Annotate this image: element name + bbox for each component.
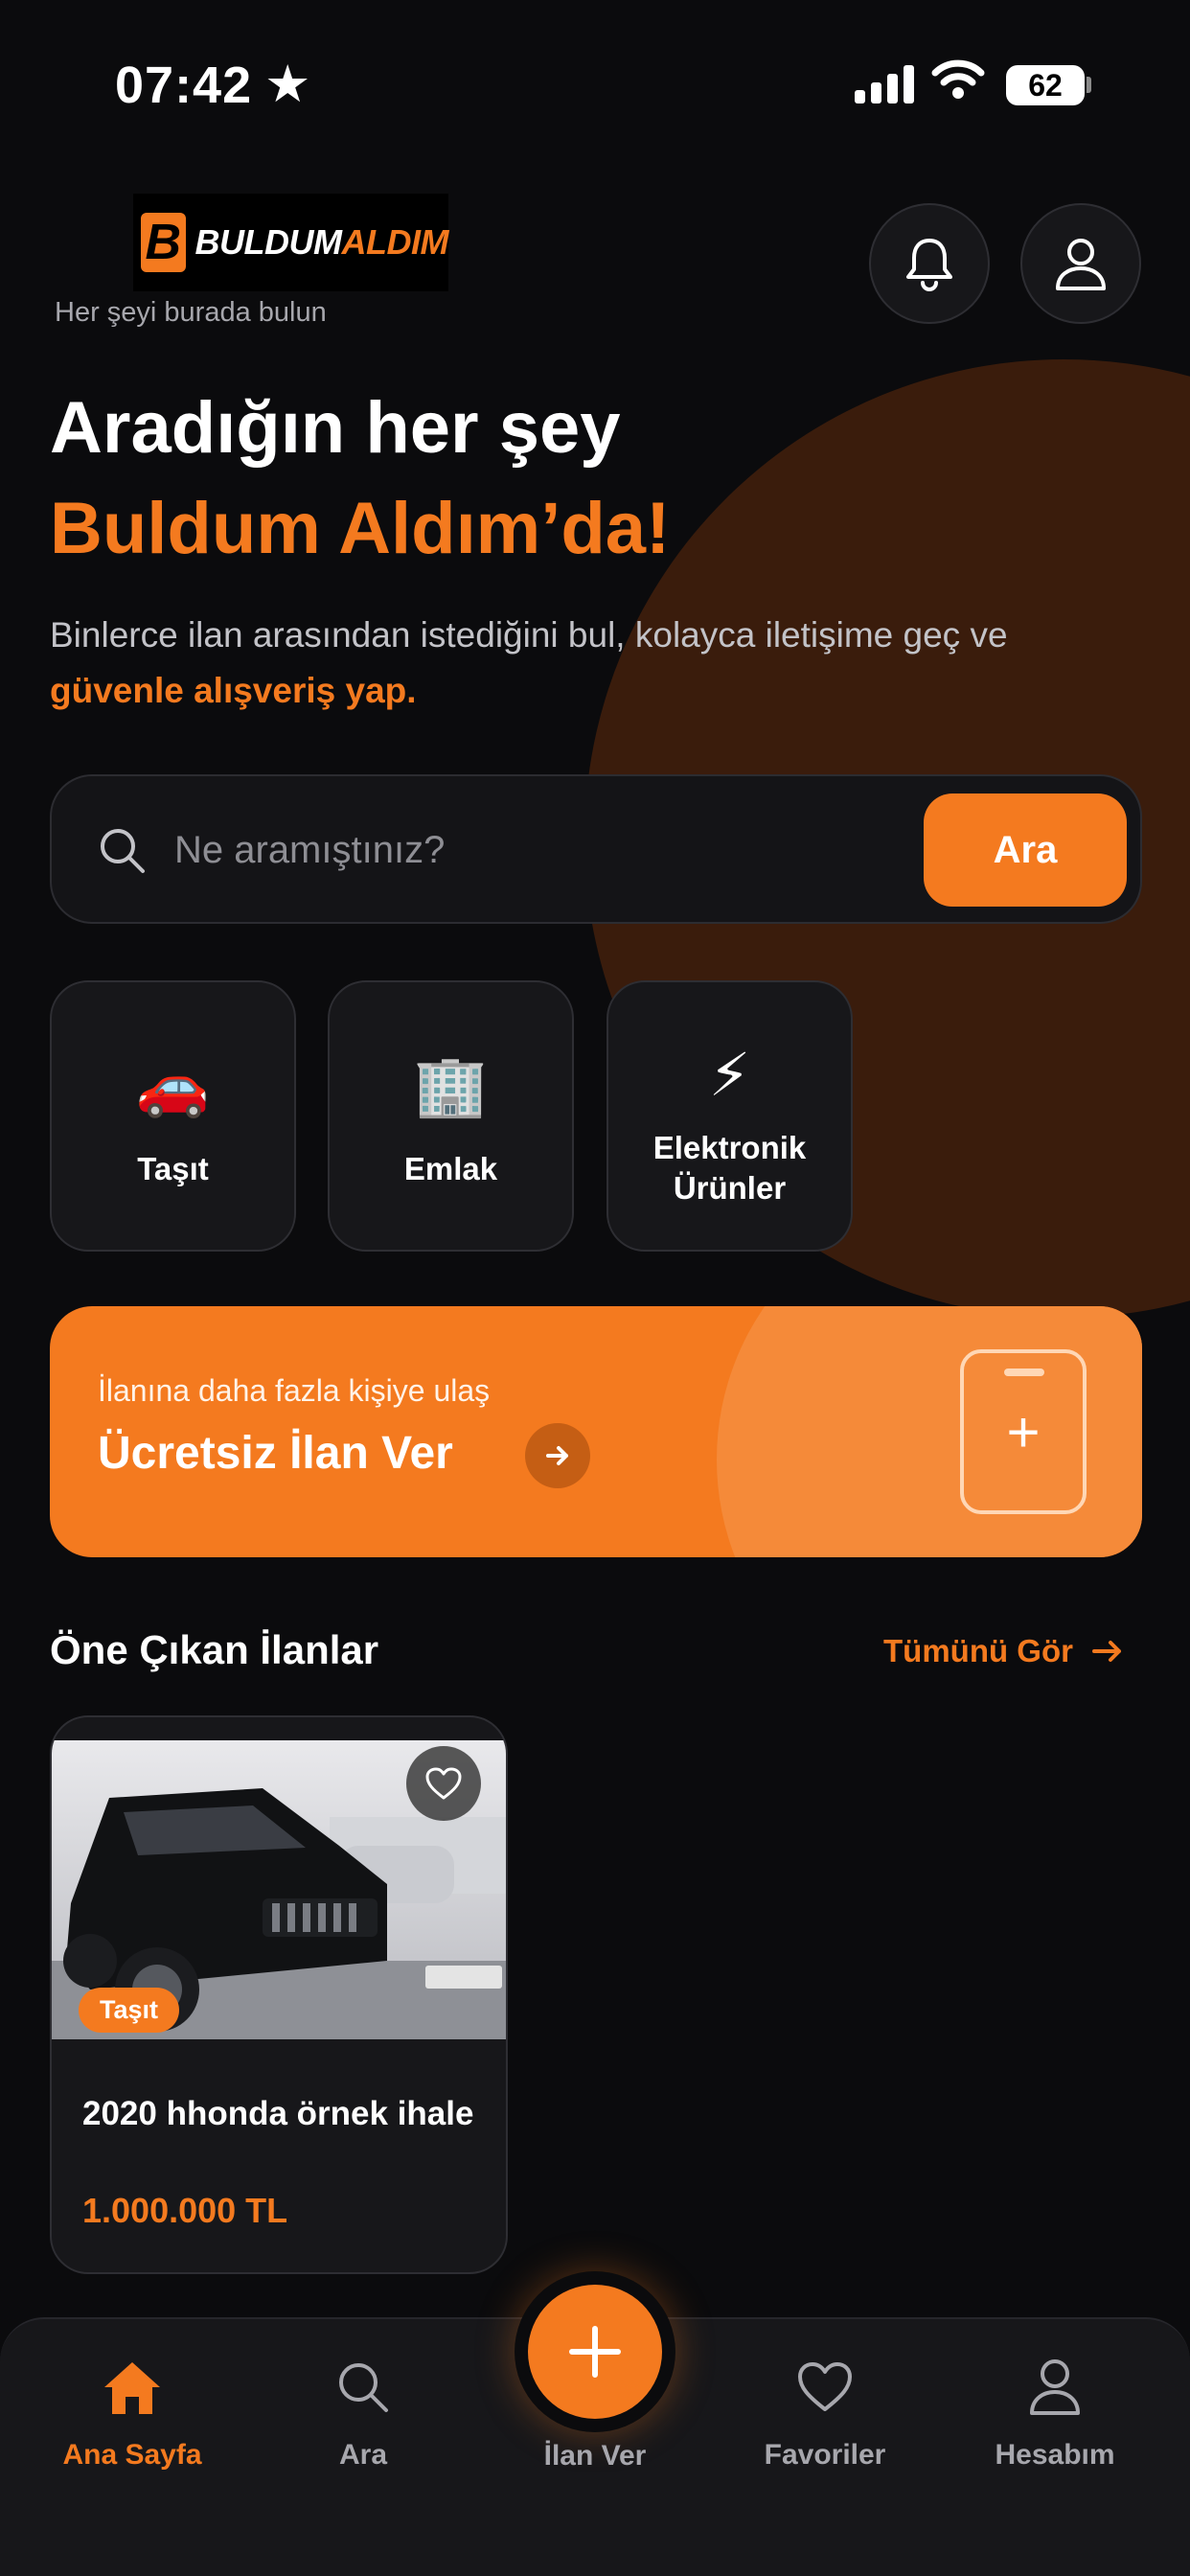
see-all-label: Tümünü Gör bbox=[883, 1633, 1073, 1668]
star-icon: ★ bbox=[264, 56, 311, 113]
tab-label: Ara bbox=[338, 2439, 388, 2471]
notifications-button[interactable] bbox=[869, 203, 990, 324]
battery-indicator: 62 bbox=[1006, 65, 1085, 105]
lightning-icon: ⚡ bbox=[708, 1043, 751, 1109]
hero-subtitle: Binlerce ilan arasından istediğini bul, … bbox=[50, 615, 1008, 655]
home-icon bbox=[104, 2362, 160, 2414]
tab-favorites[interactable]: Favoriler bbox=[729, 2353, 921, 2472]
hero-title-line-1: Aradığın her şey bbox=[50, 387, 621, 469]
banner-subtitle: İlanına daha fazla kişiye ulaş bbox=[98, 1373, 491, 1408]
hero-title-line-2: Buldum Aldım’da! bbox=[50, 488, 671, 569]
heart-icon bbox=[425, 1767, 462, 1800]
logo-mark: B bbox=[141, 213, 186, 272]
arrow-right-icon[interactable] bbox=[525, 1423, 590, 1488]
favorite-button[interactable] bbox=[406, 1746, 481, 1821]
tab-account[interactable]: Hesabım bbox=[959, 2353, 1151, 2472]
search-icon bbox=[339, 2363, 388, 2412]
listing-card[interactable]: Taşıt 2020 hhonda örnek ihale 1.000.000 … bbox=[50, 1715, 508, 2274]
tab-home[interactable]: Ana Sayfa bbox=[36, 2353, 228, 2472]
search-input[interactable] bbox=[174, 818, 922, 882]
brand-logo[interactable]: B BULDUMALDIM bbox=[133, 194, 449, 291]
category-tasit[interactable]: 🚗 Taşıt bbox=[50, 980, 296, 1252]
tab-label-post[interactable]: İlan Ver bbox=[499, 2440, 691, 2472]
plus-icon bbox=[569, 2326, 621, 2378]
search-button[interactable]: Ara bbox=[924, 794, 1127, 907]
phone-plus-icon: + bbox=[960, 1349, 1087, 1514]
category-label: Taşıt bbox=[137, 1151, 209, 1186]
category-label: Emlak bbox=[403, 1151, 498, 1186]
search-bar: Ara bbox=[50, 774, 1142, 924]
building-icon: 🏢 bbox=[413, 1053, 489, 1119]
user-icon bbox=[1056, 239, 1106, 290]
home-screen: 07:42 ★ 62 B BULDUMALDIM Her şeyi burada… bbox=[0, 0, 1190, 2576]
plus-icon: + bbox=[1006, 1400, 1041, 1464]
battery-tip bbox=[1087, 77, 1091, 93]
see-all-link[interactable]: Tümünü Gör bbox=[883, 1633, 1124, 1669]
category-badge: Taşıt bbox=[79, 1988, 180, 2033]
banner-title: Ücretsiz İlan Ver bbox=[98, 1428, 453, 1479]
category-label-line-2: Ürünler bbox=[673, 1170, 787, 1206]
free-listing-banner[interactable]: İlanına daha fazla kişiye ulaş Ücretsiz … bbox=[50, 1306, 1142, 1557]
logo-word-2: ALDIM bbox=[341, 222, 449, 262]
search-icon bbox=[101, 829, 145, 873]
arrow-right-icon bbox=[1092, 1641, 1122, 1662]
logo-text: BULDUMALDIM bbox=[195, 222, 449, 263]
phone-notch bbox=[1004, 1368, 1044, 1376]
user-icon bbox=[1030, 2359, 1080, 2415]
tab-label: Hesabım bbox=[995, 2439, 1115, 2471]
post-listing-button[interactable] bbox=[528, 2285, 662, 2419]
cellular-signal-icon bbox=[855, 63, 914, 104]
status-time: 07:42 bbox=[115, 57, 253, 114]
category-elektronik[interactable]: ⚡ Elektronik Ürünler bbox=[606, 980, 853, 1252]
car-icon: 🚗 bbox=[135, 1053, 211, 1119]
category-label-line-1: Elektronik bbox=[652, 1130, 807, 1165]
heart-icon bbox=[798, 2362, 852, 2411]
section-title: Öne Çıkan İlanlar bbox=[50, 1627, 379, 1672]
listing-title: 2020 hhonda örnek ihale bbox=[82, 2095, 474, 2132]
tab-label: Favoriler bbox=[764, 2439, 886, 2471]
tab-search[interactable]: Ara bbox=[267, 2353, 459, 2472]
profile-button[interactable] bbox=[1020, 203, 1141, 324]
listing-price: 1.000.000 TL bbox=[82, 2191, 288, 2230]
bell-icon bbox=[906, 239, 952, 291]
wifi-icon bbox=[931, 59, 985, 99]
logo-word-1: BULDUM bbox=[195, 222, 342, 262]
tab-label: Ana Sayfa bbox=[62, 2439, 202, 2471]
tagline: Her şeyi burada bulun bbox=[55, 297, 327, 328]
category-label: Elektronik Ürünler bbox=[608, 1128, 851, 1208]
hero-subtitle-highlight: güvenle alışveriş yap. bbox=[50, 671, 417, 710]
category-emlak[interactable]: 🏢 Emlak bbox=[328, 980, 574, 1252]
